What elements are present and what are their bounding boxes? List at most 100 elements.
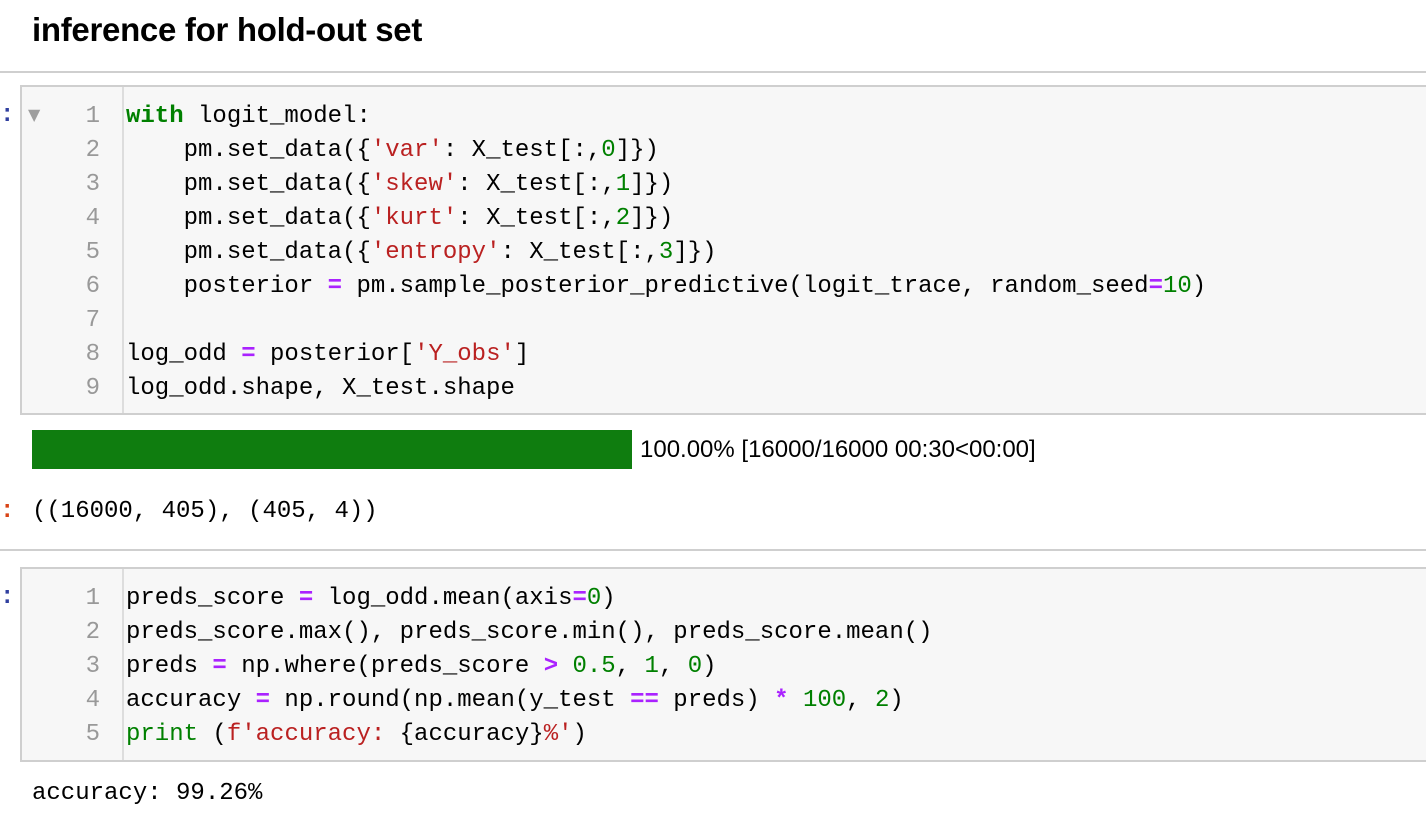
code-token: : X_test[:,	[457, 171, 616, 198]
code-token: 2	[615, 205, 631, 232]
section-heading: inference for hold-out set	[32, 11, 423, 48]
cell-divider	[0, 549, 1426, 551]
code-token: ,	[658, 653, 688, 680]
input-prompt-marker: :	[0, 99, 10, 133]
code-token: with	[126, 103, 184, 130]
code-token: ]})	[673, 239, 717, 266]
code-token: preds_score	[126, 585, 299, 612]
code-line: accuracy = np.round(np.mean(y_test == pr…	[126, 684, 933, 718]
code-line: pm.set_data({'kurt': X_test[:,2]})	[126, 202, 1206, 236]
progress-status-text: 100.00% [16000/16000 00:30<00:00]	[640, 436, 1036, 463]
code-token: 0	[601, 137, 616, 164]
line-number: 9	[85, 375, 100, 402]
code-token: ==	[630, 687, 659, 714]
code-token: 3	[658, 239, 674, 266]
code-editor[interactable]: with logit_model: pm.set_data({'var': X_…	[126, 100, 1206, 406]
code-token: pm.set_data({	[126, 239, 371, 266]
progress-bar	[32, 430, 632, 469]
code-line: pm.set_data({'skew': X_test[:,1]})	[126, 168, 1206, 202]
code-token: preds_score.max(), preds_score.min(), pr…	[126, 619, 933, 646]
code-token: ]})	[630, 205, 674, 232]
code-token: 10	[1162, 273, 1192, 300]
code-token: )	[572, 721, 587, 748]
code-token: 'Y_obs'	[414, 341, 515, 368]
code-token: =	[1148, 273, 1163, 300]
code-line: posterior = pm.sample_posterior_predicti…	[126, 270, 1207, 304]
code-token: =	[255, 687, 271, 714]
code-token: print	[126, 721, 199, 748]
line-number: 1	[85, 103, 100, 130]
line-number: 6	[85, 273, 100, 300]
code-line: preds_score.max(), preds_score.min(), pr…	[126, 616, 933, 650]
code-token: 'skew'	[370, 171, 458, 198]
code-token: >	[543, 653, 559, 680]
code-token: pm.set_data({	[126, 205, 371, 232]
code-token: =	[572, 585, 587, 612]
code-token: 'var'	[370, 137, 443, 164]
code-line: with logit_model:	[126, 100, 1206, 134]
code-token: 'kurt'	[370, 205, 458, 232]
code-token: pm.set_data({	[126, 137, 371, 164]
progress-bar-fill	[32, 430, 632, 469]
code-token: : X_test[:,	[457, 205, 616, 232]
code-token: ]})	[630, 171, 674, 198]
code-token: posterior	[126, 273, 328, 300]
code-token: )	[889, 687, 904, 714]
line-number: 5	[85, 721, 100, 748]
code-token: =	[241, 341, 256, 368]
code-cell[interactable]: 12345 preds_score = log_odd.mean(axis=0)…	[20, 567, 1426, 762]
code-token: np.round(np.mean(y_test	[270, 687, 631, 714]
code-line: log_odd = posterior['Y_obs']	[126, 338, 1206, 372]
line-numbers: 1 2 3 4 5	[22, 582, 100, 752]
code-token: )	[702, 653, 717, 680]
code-line: pm.set_data({'var': X_test[:,0]})	[126, 134, 1206, 168]
line-number: 2	[85, 137, 100, 164]
code-line: print (f'accuracy: {accuracy}%')	[126, 718, 933, 752]
output-prompt-marker: :	[0, 495, 10, 529]
code-line: preds = np.where(preds_score > 0.5, 1, 0…	[126, 650, 933, 684]
code-token: )	[1191, 273, 1207, 300]
code-token: accuracy	[126, 687, 256, 714]
code-token: logit_model:	[183, 103, 371, 130]
code-line: preds_score = log_odd.mean(axis=0)	[126, 582, 933, 616]
code-token: )	[601, 585, 616, 612]
code-token: log_odd.shape, X_test.shape	[126, 375, 515, 402]
code-token: 1	[644, 653, 659, 680]
code-token: : X_test[:,	[442, 137, 602, 164]
code-token: 100	[802, 687, 847, 714]
code-editor[interactable]: preds_score = log_odd.mean(axis=0) preds_…	[126, 582, 933, 752]
line-number: 4	[85, 205, 100, 232]
code-line: pm.set_data({'entropy': X_test[:,3]})	[126, 236, 1206, 270]
code-token: pm.sample_posterior_predictive(logit_tra…	[342, 273, 1149, 300]
code-token: preds	[126, 653, 213, 680]
code-token: 1	[615, 171, 631, 198]
line-number: 4	[85, 687, 100, 714]
code-token: ,	[615, 653, 645, 680]
line-number: 2	[85, 619, 100, 646]
code-token: =	[298, 585, 314, 612]
code-token: =	[212, 653, 227, 680]
code-token: 0	[586, 585, 602, 612]
code-cell[interactable]: ▼ 123456789 with logit_model: pm.set_dat…	[20, 85, 1426, 415]
cell-output: ((16000, 405), (405, 4))	[32, 498, 378, 525]
code-token: pm.set_data({	[126, 171, 371, 198]
code-token: log_odd	[126, 341, 242, 368]
code-token: : X_test[:,	[500, 239, 659, 266]
code-token: 0.5	[572, 653, 616, 680]
code-token: f'accuracy:	[226, 721, 400, 748]
code-token: posterior[	[255, 341, 415, 368]
line-number: 3	[85, 653, 100, 680]
line-number: 3	[85, 171, 100, 198]
code-token: {accuracy}	[399, 721, 544, 748]
code-token: ]})	[615, 137, 659, 164]
code-token: *	[774, 687, 789, 714]
code-line: log_odd.shape, X_test.shape	[126, 372, 1206, 406]
cell-output: accuracy: 99.26%	[32, 780, 263, 807]
cell-divider	[0, 71, 1426, 73]
line-number: 5	[85, 239, 100, 266]
code-token: log_odd.mean(axis	[313, 585, 573, 612]
code-token: ]	[514, 341, 530, 368]
